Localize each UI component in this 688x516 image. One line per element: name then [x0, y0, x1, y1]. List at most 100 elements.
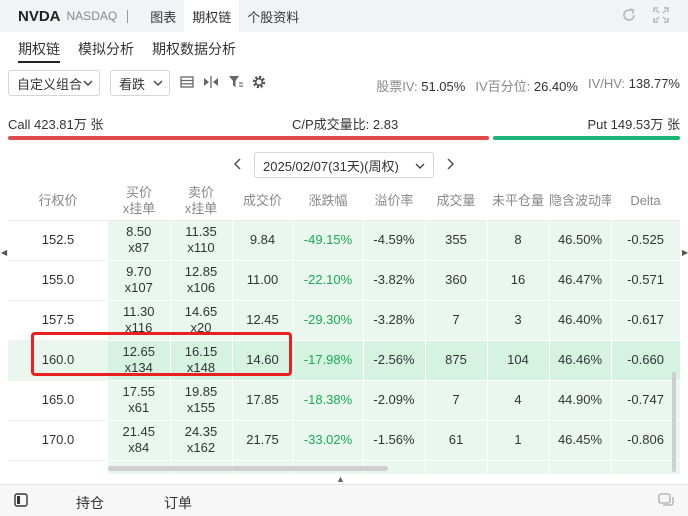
ask-cell[interactable]: 16.15 x148 [170, 340, 233, 381]
vertical-scrollbar[interactable] [672, 372, 676, 472]
tab-orders[interactable]: 订单 [164, 493, 192, 513]
delta-cell[interactable]: -0.806 [611, 420, 680, 461]
next-expiry-button[interactable] [444, 157, 456, 174]
col-volume[interactable]: 成交量 [425, 182, 487, 221]
subtab-option-data-analysis[interactable]: 期权数据分析 [152, 32, 236, 66]
ask-cell[interactable]: 11.35 x110 [170, 220, 233, 261]
open-interest-cell[interactable]: 1 [487, 420, 550, 461]
premium-cell[interactable]: -4.59% [363, 220, 426, 261]
fullscreen-icon[interactable] [652, 6, 670, 24]
strike-cell[interactable]: 152.5 [8, 220, 108, 261]
col-strike[interactable]: 行权价 [8, 182, 108, 221]
subtab-option-chain[interactable]: 期权链 [18, 32, 60, 66]
tab-option-chain[interactable]: 期权链 [184, 0, 240, 32]
volume-cell[interactable]: 8 [425, 460, 488, 474]
strike-cell[interactable]: 157.5 [8, 300, 108, 341]
delta-cell[interactable]: -0.571 [611, 260, 680, 301]
volume-cell[interactable]: 61 [425, 420, 488, 461]
strategy-select[interactable]: 自定义组合 [8, 70, 100, 96]
volume-cell[interactable]: 875 [425, 340, 488, 381]
horizontal-scrollbar[interactable] [108, 466, 388, 471]
strike-cell[interactable]: 170.0 [8, 420, 108, 461]
table-layout-icon[interactable] [180, 75, 194, 92]
change-cell[interactable]: -33.02% [293, 420, 364, 461]
strike-cell[interactable]: 165.0 [8, 380, 108, 421]
open-interest-cell[interactable]: 36 [487, 460, 550, 474]
strike-cell[interactable]: 160.0 [8, 340, 108, 381]
strike-cell[interactable]: 155.0 [8, 260, 108, 301]
delta-cell[interactable]: -0.873 [611, 460, 680, 474]
change-cell[interactable]: -29.30% [293, 300, 364, 341]
volume-cell[interactable]: 355 [425, 220, 488, 261]
chevron-up-icon[interactable]: ▲ [336, 474, 345, 484]
volume-cell[interactable]: 360 [425, 260, 488, 301]
premium-cell[interactable]: -3.28% [363, 300, 426, 341]
table-row[interactable]: 155.0 9.70 x107 12.85 x106 11.00 -22.10% -3.82%… [8, 260, 680, 301]
col-implied-volatility[interactable]: 隐含波动率 [549, 182, 611, 221]
gear-icon[interactable] [251, 74, 267, 93]
col-bid[interactable]: 买价 x挂单 [108, 182, 170, 221]
delta-cell[interactable]: -0.525 [611, 220, 680, 261]
col-change[interactable]: 涨跌幅 [293, 182, 363, 221]
direction-select[interactable]: 看跌 [110, 70, 170, 96]
volume-cell[interactable]: 7 [425, 300, 488, 341]
premium-cell[interactable]: -2.56% [363, 340, 426, 381]
table-row[interactable]: 152.5 8.50 x87 11.35 x110 9.84 -49.15% -4.59% 35… [8, 220, 680, 261]
open-interest-cell[interactable]: 104 [487, 340, 550, 381]
table-row[interactable]: 157.5 11.30 x116 14.65 x20 12.45 -29.30% -3.28%… [8, 300, 680, 341]
premium-cell[interactable]: -1.56% [363, 420, 426, 461]
bid-cell[interactable]: 9.70 x107 [108, 260, 171, 301]
bid-cell[interactable]: 8.50 x87 [108, 220, 171, 261]
col-ask[interactable]: 卖价 x挂单 [170, 182, 232, 221]
open-interest-cell[interactable]: 8 [487, 220, 550, 261]
bid-cell[interactable]: 21.45 x84 [108, 420, 171, 461]
change-cell[interactable]: -49.15% [293, 220, 364, 261]
chat-icon[interactable] [658, 493, 674, 510]
col-last[interactable]: 成交价 [232, 182, 293, 221]
bid-cell[interactable]: 11.30 x116 [108, 300, 171, 341]
ask-cell[interactable]: 14.65 x20 [170, 300, 233, 341]
panel-toggle-icon[interactable] [14, 493, 28, 510]
change-cell[interactable]: -18.38% [293, 380, 364, 421]
iv-cell[interactable]: 44.90% [549, 380, 612, 421]
ask-cell[interactable]: 24.35 x162 [170, 420, 233, 461]
delta-cell[interactable]: -0.747 [611, 380, 680, 421]
bid-cell[interactable]: 12.65 x134 [108, 340, 171, 381]
split-view-icon[interactable] [203, 75, 219, 92]
delta-cell[interactable]: -0.660 [611, 340, 680, 381]
premium-cell[interactable]: -3.82% [363, 260, 426, 301]
open-interest-cell[interactable]: 4 [487, 380, 550, 421]
iv-cell[interactable]: 46.50% [549, 220, 612, 261]
change-cell[interactable]: -17.98% [293, 340, 364, 381]
iv-cell[interactable]: 46.45% [549, 420, 612, 461]
open-interest-cell[interactable]: 3 [487, 300, 550, 341]
table-row[interactable]: 170.0 21.45 x84 24.35 x162 21.75 -33.02% -1.56%… [8, 420, 680, 461]
last-price-cell[interactable]: 17.85 [232, 380, 294, 421]
left-panel-toggle-icon[interactable]: ◀ [1, 248, 7, 257]
iv-cell[interactable]: 46.46% [549, 340, 612, 381]
tab-company-profile[interactable]: 个股资料 [239, 0, 307, 32]
subtab-simulation[interactable]: 模拟分析 [78, 32, 134, 66]
col-premium[interactable]: 溢价率 [363, 182, 425, 221]
delta-cell[interactable]: -0.617 [611, 300, 680, 341]
change-cell[interactable]: -22.10% [293, 260, 364, 301]
iv-cell[interactable]: 46.47% [549, 260, 612, 301]
col-delta[interactable]: Delta [611, 182, 680, 221]
volume-cell[interactable]: 7 [425, 380, 488, 421]
expiry-date-select[interactable]: 2025/02/07(31天)(周权) [254, 152, 434, 178]
last-price-cell[interactable]: 12.45 [232, 300, 294, 341]
table-row[interactable]: 160.0 12.65 x134 16.15 x148 14.60 -17.98% -2.56… [8, 340, 680, 381]
bid-cell[interactable]: 17.55 x61 [108, 380, 171, 421]
iv-cell[interactable]: 44.65% [549, 460, 612, 474]
prev-expiry-button[interactable] [232, 157, 244, 174]
last-price-cell[interactable]: 9.84 [232, 220, 294, 261]
filter-settings-icon[interactable] [228, 75, 244, 92]
open-interest-cell[interactable]: 16 [487, 260, 550, 301]
premium-cell[interactable]: -2.09% [363, 380, 426, 421]
strike-cell[interactable]: 175.0 [8, 460, 108, 474]
col-open-interest[interactable]: 未平仓量 [487, 182, 549, 221]
last-price-cell[interactable]: 14.60 [232, 340, 294, 381]
tab-chart[interactable]: 图表 [142, 0, 184, 32]
tab-positions[interactable]: 持仓 [76, 493, 104, 513]
iv-cell[interactable]: 46.40% [549, 300, 612, 341]
